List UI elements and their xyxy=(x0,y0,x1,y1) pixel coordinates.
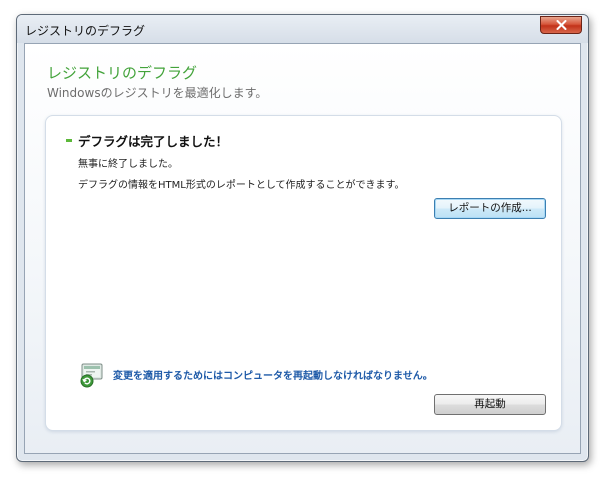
close-button[interactable] xyxy=(540,16,582,34)
restart-notice: 変更を適用するためにはコンピュータを再起動しなければなりません。 xyxy=(113,371,433,382)
window-title: レジストリのデフラグ xyxy=(25,24,146,38)
page-subtitle: Windowsのレジストリを最適化します。 xyxy=(47,86,268,100)
title-bar[interactable]: レジストリのデフラグ xyxy=(17,15,588,43)
computer-restart-icon xyxy=(80,363,103,388)
close-icon xyxy=(556,20,567,30)
create-report-button[interactable]: レポートの作成... xyxy=(434,198,546,219)
result-panel: デフラグは完了しました！ 無事に終了しました。 デフラグの情報をHTML形式のレ… xyxy=(45,115,562,431)
dialog-content: レジストリのデフラグ Windowsのレジストリを最適化します。 デフラグは完了… xyxy=(24,43,581,454)
completion-heading: デフラグは完了しました！ xyxy=(78,134,229,149)
restart-button[interactable]: 再起動 xyxy=(434,394,546,415)
heading-bullet-icon xyxy=(66,139,72,142)
page-title: レジストリのデフラグ xyxy=(47,64,198,82)
report-description: デフラグの情報をHTML形式のレポートとして作成することができます。 xyxy=(78,180,405,191)
dialog-window: レジストリのデフラグ レジストリのデフラグ Windowsのレジストリを最適化し… xyxy=(16,14,589,462)
completion-message: 無事に終了しました。 xyxy=(78,159,178,170)
